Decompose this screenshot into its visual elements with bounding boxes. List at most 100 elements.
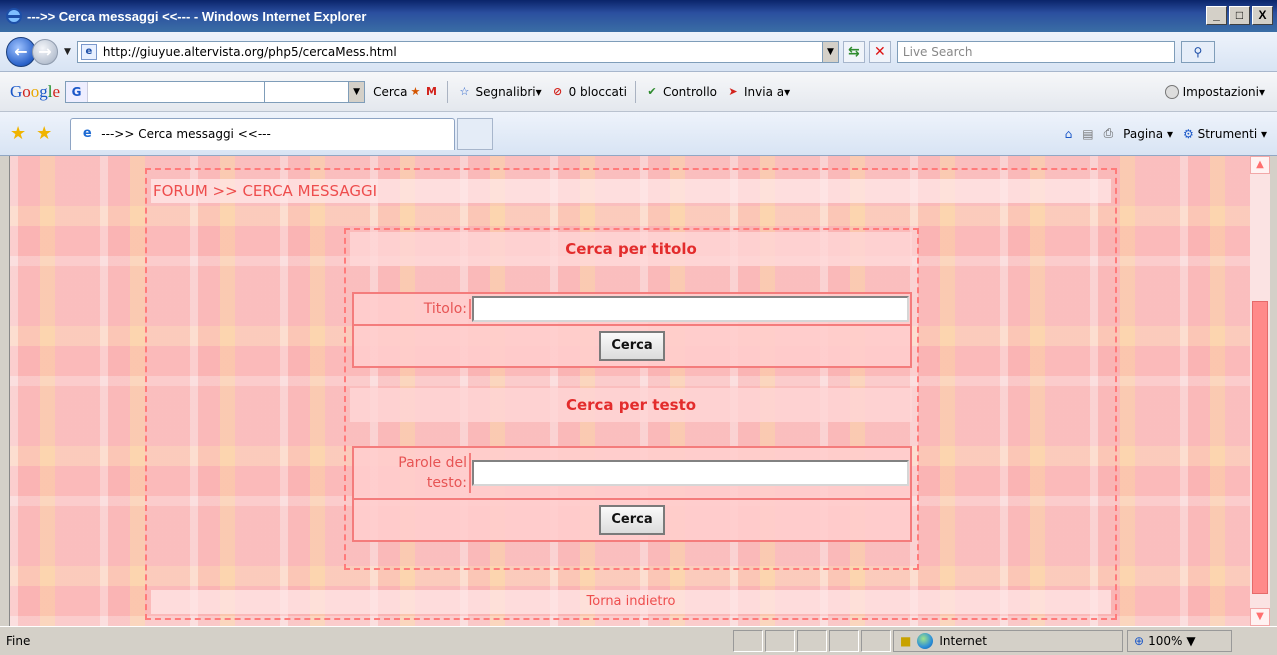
command-bar: ⌂ ▤ ⎙ Pagina ▾ ⚙ Strumenti ▾ — [1065, 126, 1267, 141]
vertical-scrollbar[interactable]: ▲ ▼ — [1250, 156, 1270, 626]
tab-label: --->> Cerca messaggi <<--- — [101, 127, 271, 141]
zone-label: Internet — [939, 634, 987, 648]
page-container: FORUM >> CERCA MESSAGGI Cerca per titolo… — [145, 168, 1117, 620]
bookmarks-label: Segnalibri▾ — [475, 84, 542, 99]
send-to-label: Invia a▾ — [744, 84, 791, 99]
title-search-button[interactable]: Cerca — [599, 331, 665, 361]
google-cerca-label: Cerca — [373, 84, 408, 99]
text-search-button[interactable]: Cerca — [599, 505, 665, 535]
home-icon[interactable]: ⌂ — [1065, 127, 1073, 141]
page-viewport: FORUM >> CERCA MESSAGGI Cerca per titolo… — [10, 156, 1250, 626]
google-toolbar: Google G ▼ Cerca ★ M ☆ Segnalibri▾ ⊘ 0 blo… — [0, 72, 1277, 112]
ie-page-icon: e — [82, 126, 92, 141]
close-button[interactable]: X — [1252, 6, 1273, 25]
print-icon[interactable]: ⎙ — [1104, 126, 1114, 141]
scroll-thumb[interactable] — [1252, 301, 1268, 594]
gear-icon: ⚙ — [1182, 126, 1194, 141]
address-dropdown-icon[interactable]: ▼ — [821, 41, 838, 62]
page-menu-button[interactable]: Pagina ▾ — [1123, 127, 1173, 141]
search-button[interactable]: ⚲ — [1180, 40, 1215, 63]
settings-label: Impostazioni▾ — [1182, 84, 1265, 99]
send-to-button[interactable]: ➤ Invia a▾ — [725, 84, 790, 100]
search-icon: ⚲ — [1193, 44, 1203, 59]
spellcheck-label: Controllo — [662, 84, 718, 99]
zoom-level: 100% — [1148, 634, 1183, 648]
search-panel: Cerca per titolo Titolo: Cerca Cerca per… — [344, 228, 919, 570]
breadcrumb: FORUM >> CERCA MESSAGGI — [151, 179, 1111, 203]
status-cell — [829, 630, 859, 652]
minimize-button[interactable]: _ — [1206, 6, 1227, 25]
google-g-icon[interactable]: G — [66, 81, 89, 102]
back-link[interactable]: Torna indietro — [151, 590, 1111, 614]
status-cell — [765, 630, 795, 652]
window-right-border — [1270, 156, 1277, 626]
zoom-icon: ⊕ — [1134, 634, 1145, 648]
google-logo: Google — [10, 81, 61, 101]
tools-menu-button[interactable]: ⚙ Strumenti ▾ — [1183, 127, 1267, 141]
forward-button[interactable]: → — [32, 38, 58, 65]
popup-blocker-icon: ⊘ — [553, 84, 563, 98]
refresh-button[interactable]: ⇆ — [842, 40, 865, 63]
forward-arrow-icon: → — [38, 41, 52, 61]
window-titlebar: --->> Cerca messaggi <<--- - Windows Int… — [0, 0, 1277, 32]
toolbar-separator — [447, 80, 449, 103]
security-zone[interactable]: ■ Internet — [893, 630, 1123, 652]
scroll-down-icon[interactable]: ▼ — [1250, 608, 1270, 626]
popup-blocker-label: 0 bloccati — [568, 84, 627, 99]
settings-icon — [1164, 84, 1179, 99]
bookmarks-button[interactable]: ☆ Segnalibri▾ — [456, 84, 542, 100]
ie-logo-icon — [6, 8, 22, 24]
status-cell — [861, 630, 891, 652]
refresh-icon: ⇆ — [848, 43, 860, 60]
globe-icon — [917, 633, 934, 649]
back-arrow-icon: ← — [14, 41, 28, 61]
add-favorites-icon[interactable]: ★ — [36, 123, 52, 144]
stop-icon: ✕ — [874, 43, 886, 60]
google-cerca-button[interactable]: Cerca — [373, 85, 407, 99]
status-cell — [733, 630, 763, 652]
stop-button[interactable]: ✕ — [868, 40, 891, 63]
toolbar-separator — [634, 80, 636, 103]
page-menu-label: Pagina — [1123, 126, 1164, 141]
window-controls: _ □ X — [1206, 6, 1273, 25]
text-input[interactable] — [472, 460, 909, 486]
security-icon: ■ — [900, 634, 912, 648]
address-field[interactable]: e http://giuyue.altervista.org/php5/cerc… — [76, 40, 839, 63]
history-dropdown-icon[interactable]: ▼ — [64, 47, 71, 57]
address-toolbar: ← → ▼ e http://giuyue.altervista.org/php… — [0, 32, 1277, 72]
zoom-control[interactable]: ⊕ 100% ▼ — [1127, 630, 1232, 652]
title-search-heading: Cerca per titolo — [350, 232, 912, 266]
spellcheck-icon: ✔ — [647, 84, 657, 98]
feeds-icon[interactable]: ▤ — [1082, 127, 1093, 141]
status-text: Fine — [6, 634, 31, 648]
address-url: http://giuyue.altervista.org/php5/cercaM… — [102, 44, 397, 59]
send-arrow-icon: ➤ — [728, 84, 738, 98]
live-search-input[interactable]: Live Search — [896, 40, 1175, 63]
maximize-button[interactable]: □ — [1229, 6, 1250, 25]
google-search-input[interactable]: G — [65, 80, 266, 103]
tab-bar: ★ ★ e --->> Cerca messaggi <<--- ⌂ ▤ ⎙ P… — [0, 112, 1277, 156]
title-label: Titolo: — [354, 299, 471, 319]
popup-blocker-button[interactable]: ⊘ 0 bloccati — [550, 84, 627, 100]
status-bar: Fine ■ Internet ⊕ 100% ▼ — [0, 626, 1277, 655]
spellcheck-button[interactable]: ✔ Controllo — [644, 84, 717, 100]
bookmark-star-icon: ☆ — [459, 84, 470, 98]
new-tab-button[interactable] — [457, 117, 494, 150]
gmail-icon[interactable]: M — [423, 84, 439, 100]
text-label: Parole del testo: — [354, 453, 471, 493]
tab-cerca-messaggi[interactable]: e --->> Cerca messaggi <<--- — [70, 117, 456, 150]
window-title: --->> Cerca messaggi <<--- - Windows Int… — [27, 8, 367, 24]
text-search-form: Parole del testo: Cerca — [352, 446, 912, 542]
text-search-heading: Cerca per testo — [350, 388, 912, 422]
google-search-dropdown[interactable]: ▼ — [265, 80, 366, 103]
news-icon[interactable]: ★ — [407, 84, 423, 100]
title-search-form: Titolo: Cerca — [352, 292, 912, 368]
chevron-down-icon[interactable]: ▼ — [348, 81, 365, 102]
title-input[interactable] — [472, 296, 909, 322]
window-left-border — [0, 156, 10, 626]
chevron-down-icon[interactable]: ▼ — [1186, 634, 1195, 648]
status-cell — [797, 630, 827, 652]
scroll-up-icon[interactable]: ▲ — [1250, 156, 1270, 174]
favorites-star-icon[interactable]: ★ — [10, 123, 26, 144]
settings-button[interactable]: Impostazioni▾ — [1164, 84, 1265, 99]
